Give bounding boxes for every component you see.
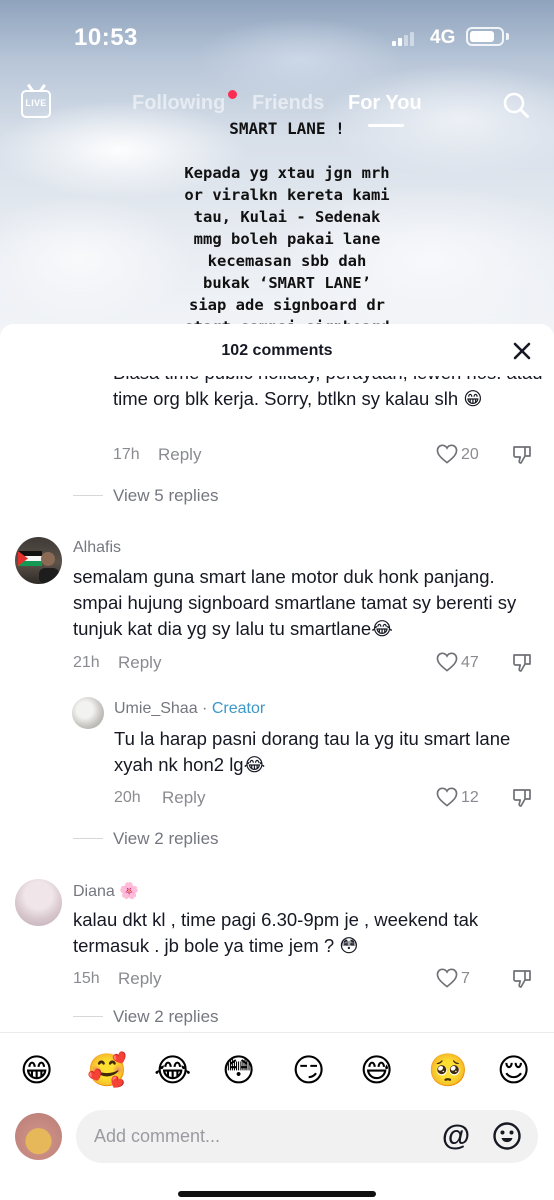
dislike-icon[interactable] (512, 788, 532, 808)
emoji-sweat-smile-button[interactable]: 😅 (360, 1051, 393, 1089)
status-bar: 10:53 4G (0, 0, 554, 70)
comment-time: 15h (73, 970, 100, 987)
comment-input-box[interactable]: @ (76, 1110, 538, 1163)
tab-friends[interactable]: Friends (252, 92, 324, 115)
emoji-relieved-button[interactable]: 😌 (497, 1051, 530, 1089)
close-icon[interactable] (512, 341, 532, 361)
emoji-smirk-button[interactable]: 😏 (292, 1051, 325, 1089)
reply-time: 20h (114, 789, 141, 806)
reply-author-name: Umie_Shaa (114, 700, 198, 717)
video-caption-title: SMART LANE ! (229, 119, 345, 138)
like-count: 47 (461, 654, 479, 671)
comment-author[interactable]: Diana 🌸 (73, 881, 139, 901)
reply-button[interactable]: Reply (162, 788, 205, 808)
dislike-icon[interactable] (512, 445, 532, 465)
comment-input[interactable] (94, 1110, 424, 1163)
cellular-signal-icon (392, 30, 414, 46)
view-replies-button[interactable]: View 2 replies (113, 829, 219, 849)
like-count: 20 (461, 446, 479, 463)
dislike-icon[interactable] (512, 969, 532, 989)
video-caption-line: siap ade signboard dr (189, 296, 385, 314)
search-icon[interactable] (503, 92, 529, 118)
video-caption-line: or viralkn kereta kami (184, 186, 390, 204)
comment-time: 21h (73, 654, 100, 671)
like-heart-icon[interactable] (436, 787, 458, 807)
view-replies-button[interactable]: View 5 replies (113, 486, 219, 506)
dislike-icon[interactable] (512, 653, 532, 673)
comment-time: 17h (113, 446, 140, 463)
flag-icon (18, 551, 59, 584)
like-count: 7 (461, 970, 470, 987)
divider (73, 1016, 103, 1017)
comments-sheet: Biasa time public holiday, perayaan, lew… (0, 324, 554, 1200)
mention-at-icon[interactable]: @ (440, 1120, 472, 1152)
notification-dot (228, 90, 237, 99)
video-caption-line: Kepada yg xtau jgn mrh (184, 164, 390, 182)
video-caption-line: bukak ‘SMART LANE’ (203, 274, 371, 292)
reply-button[interactable]: Reply (158, 445, 201, 465)
avatar[interactable] (15, 879, 62, 926)
comments-count: 102 comments (221, 342, 333, 359)
video-caption: SMART LANE ! Kepada yg xtau jgn mrh or v… (140, 118, 434, 338)
divider (73, 838, 103, 839)
home-indicator (178, 1191, 376, 1197)
video-caption-line: tau, Kulai - Sedenak (193, 208, 381, 226)
avatar[interactable] (72, 697, 104, 729)
avatar[interactable] (15, 537, 62, 584)
divider (73, 495, 103, 496)
reply-author[interactable]: Umie_Shaa · Creator (114, 700, 265, 718)
comment-author[interactable]: Alhafis (73, 539, 121, 557)
tab-following[interactable]: Following (132, 92, 225, 115)
video-caption-line: mmg boleh pakai lane (193, 230, 381, 248)
emoji-love-button[interactable]: 🥰 (87, 1051, 127, 1089)
video-caption-line: kecemasan sbb dah (207, 252, 367, 270)
emoji-laugh-button[interactable]: 😂 (154, 1051, 191, 1089)
emoji-grin-button[interactable]: 😁 (20, 1051, 53, 1089)
separator: · (197, 700, 212, 717)
reply-button[interactable]: Reply (118, 969, 161, 989)
like-heart-icon[interactable] (436, 652, 458, 672)
network-type: 4G (430, 27, 456, 48)
current-user-avatar (15, 1113, 62, 1160)
like-count: 12 (461, 789, 479, 806)
reply-button[interactable]: Reply (118, 653, 161, 673)
live-icon[interactable]: LIVE (21, 90, 51, 118)
battery-tip (506, 33, 509, 40)
view-replies-button[interactable]: View 2 replies (113, 1007, 219, 1027)
battery-icon (466, 27, 504, 46)
sheet-header: 102 comments (0, 324, 554, 376)
emoji-pleading-button[interactable]: 🥺 (428, 1051, 468, 1089)
like-heart-icon[interactable] (436, 968, 458, 988)
tab-for-you[interactable]: For You (348, 92, 422, 115)
status-time: 10:53 (74, 24, 138, 51)
comment-text: semalam guna smart lane motor duk honk p… (73, 566, 517, 639)
like-heart-icon[interactable] (436, 444, 458, 464)
emoji-flushed-button[interactable]: 😳 (222, 1051, 255, 1089)
comment-composer: 😁 🥰 😂 😳 😏 😅 🥺 😌 @ (0, 1032, 554, 1200)
comment-list[interactable]: Biasa time public holiday, perayaan, lew… (0, 324, 554, 1032)
battery-level (470, 31, 494, 42)
emoji-picker-icon[interactable] (492, 1121, 522, 1151)
comment-text: kalau dkt kl , time pagi 6.30-9pm je , w… (73, 909, 479, 956)
reply-text: Tu la harap pasni dorang tau la yg itu s… (114, 728, 511, 775)
creator-badge: Creator (211, 700, 266, 717)
